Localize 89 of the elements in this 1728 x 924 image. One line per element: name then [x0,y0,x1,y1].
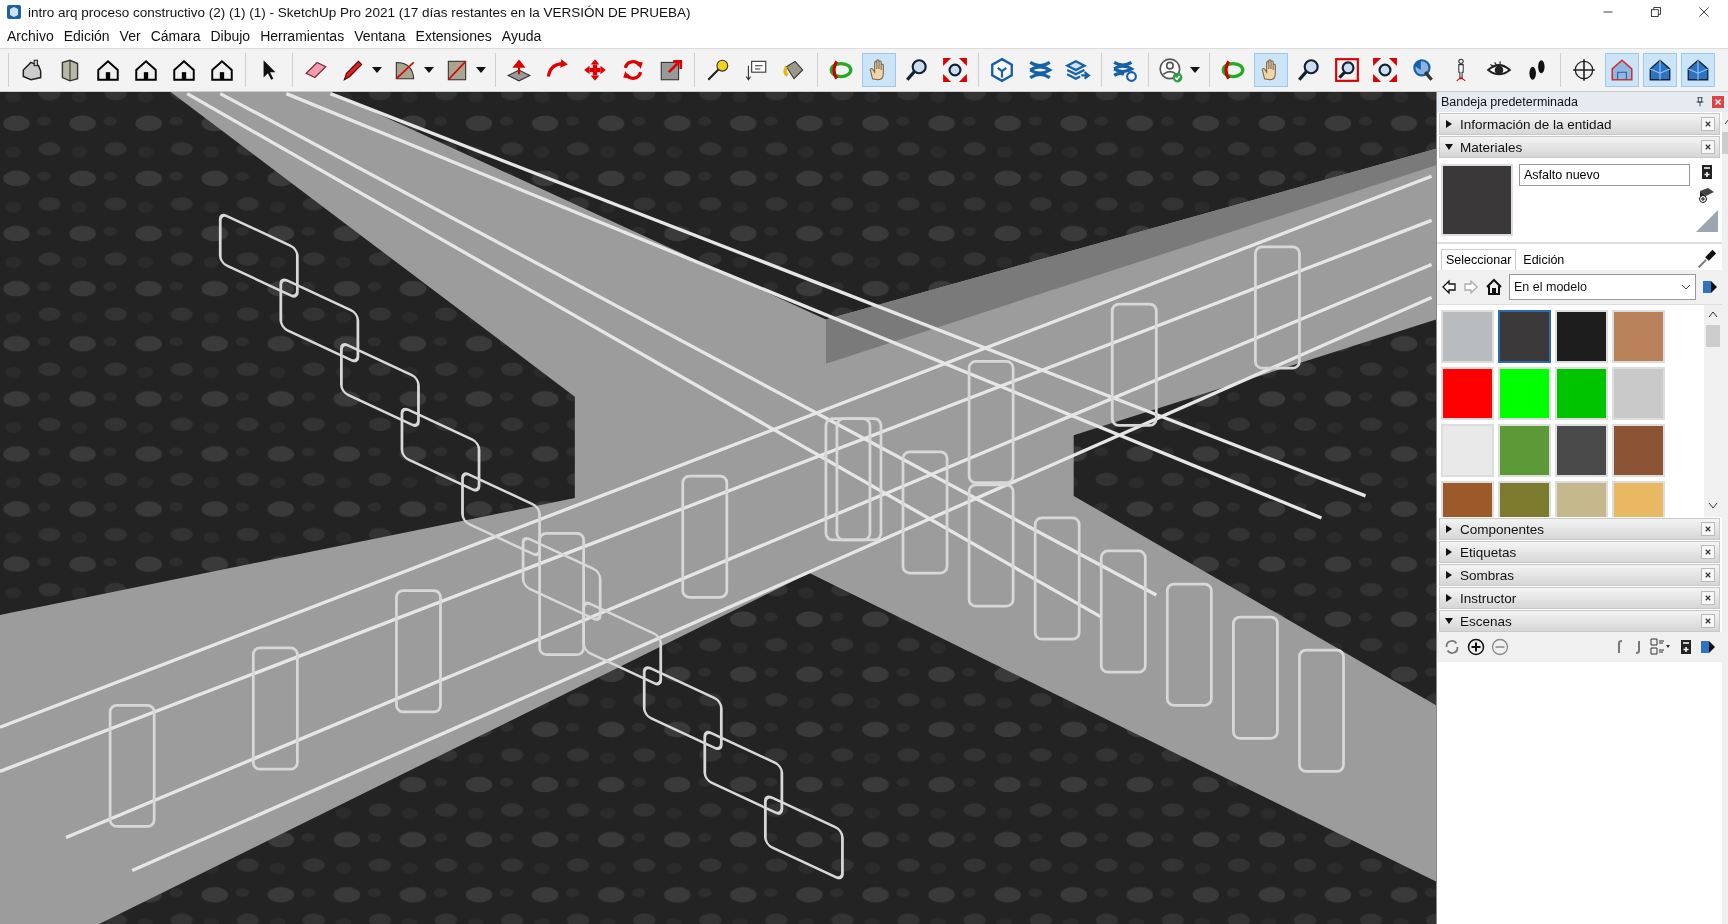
window-title: intro arq proceso constructivo (2) (1) (1) - SketchUp Pro 2021 (17 días restantes en la VERSIÓN DE PRUEBA) [28,4,692,20]
tape-measure-icon [705,57,731,83]
house-icon [95,57,121,83]
scale-icon [658,57,684,83]
panel-header[interactable]: Sombras [1439,564,1720,586]
zoom-icon [1296,57,1322,83]
house-icon [209,57,235,83]
refresh-icon [1443,638,1461,656]
home-icon [1485,278,1503,296]
house-icon [1647,57,1673,83]
pencil-icon [340,57,366,83]
menu-item[interactable]: Edición [58,26,115,46]
material-swatch[interactable] [1498,310,1551,363]
eyedropper-icon [1696,248,1718,270]
panel-header[interactable]: Etiquetas [1439,541,1720,563]
list-view-icon [1650,638,1672,656]
panel-close-button[interactable] [1701,568,1715,582]
caret-icon [372,67,382,73]
chevron-down-icon [1681,284,1691,290]
axes-icon [1571,57,1597,83]
user-check-icon [1158,57,1184,83]
restore-icon [1650,6,1662,18]
add-circle-icon [1467,638,1485,656]
paint-add-icon [1698,186,1716,204]
push-pull-icon [506,57,532,83]
close-icon [1704,525,1712,533]
panel-header[interactable]: Instructor [1439,587,1720,609]
zoom-window-icon [1334,57,1360,83]
panel-header[interactable]: Materiales [1439,136,1720,158]
close-icon [1704,143,1712,151]
details-arrow-icon [1700,639,1716,655]
details-arrow-icon [1702,279,1718,295]
remove-circle-icon [1491,638,1509,656]
scroll-up-icon [1707,309,1719,319]
triangle-icon [1696,210,1718,232]
toolbar-button[interactable] [1681,53,1715,87]
zoom-extents-icon [1372,57,1398,83]
rotate-icon [620,57,646,83]
zoom-extents-icon [942,57,968,83]
caret-icon [476,67,486,73]
menu-item[interactable]: Archivo [2,26,59,46]
stack-arrow-icon [1065,57,1091,83]
panel-tab[interactable]: Seleccionar [1441,249,1517,270]
house-icon [133,57,159,83]
panel-header[interactable]: Componentes [1439,518,1720,540]
menu-item[interactable]: Ventana [349,26,411,46]
tray-title: Bandeja predeterminada [1441,95,1579,109]
close-icon [1712,96,1724,108]
close-icon [1704,617,1712,625]
menu-item[interactable]: Ver [114,26,146,46]
panel-close-button[interactable] [1701,591,1715,605]
caret-icon [1190,67,1200,73]
app-logo-icon [6,4,22,20]
details-icon [1678,639,1694,655]
close-icon [1704,120,1712,128]
create-material-icon [1699,164,1715,180]
panel-header[interactable]: Escenas [1439,610,1720,632]
scroll-down-icon [1707,501,1719,511]
panel-close-button[interactable] [1701,140,1715,154]
material-name-field[interactable]: Asfalto nuevo [1519,164,1690,186]
panel-header[interactable]: Información de la entidad [1439,113,1720,135]
move-icon [582,57,608,83]
panel-close-button[interactable] [1701,522,1715,536]
menu-item[interactable]: Extensiones [410,26,497,46]
close-icon [1704,548,1712,556]
caret-icon [424,67,434,73]
zoom-icon [904,57,930,83]
panel-tab[interactable]: Edición [1518,249,1570,270]
close-icon [1704,571,1712,579]
toolbar-button[interactable] [1643,53,1677,87]
pin-icon [1694,96,1706,108]
library-dropdown[interactable]: En el modelo [1509,274,1696,300]
house-icon [171,57,197,83]
back-arrow-icon [1441,279,1457,295]
menu-item[interactable]: Dibujo [205,26,256,46]
menu-item[interactable]: Herramientas [255,26,350,46]
panel-close-button[interactable] [1701,117,1715,131]
menu-item[interactable]: Ayuda [496,26,547,46]
menu-item[interactable]: Cámara [145,26,206,46]
close-icon [1698,6,1710,18]
scrollbar-thumb[interactable] [1706,325,1720,347]
forward-arrow-icon [1463,279,1479,295]
previous-view-icon [1410,57,1436,83]
panel-close-button[interactable] [1701,614,1715,628]
house-icon [1685,57,1711,83]
xray-house-icon [1609,57,1635,83]
close-icon [1704,594,1712,602]
panel-close-button[interactable] [1701,545,1715,559]
cube-download-icon [989,57,1015,83]
